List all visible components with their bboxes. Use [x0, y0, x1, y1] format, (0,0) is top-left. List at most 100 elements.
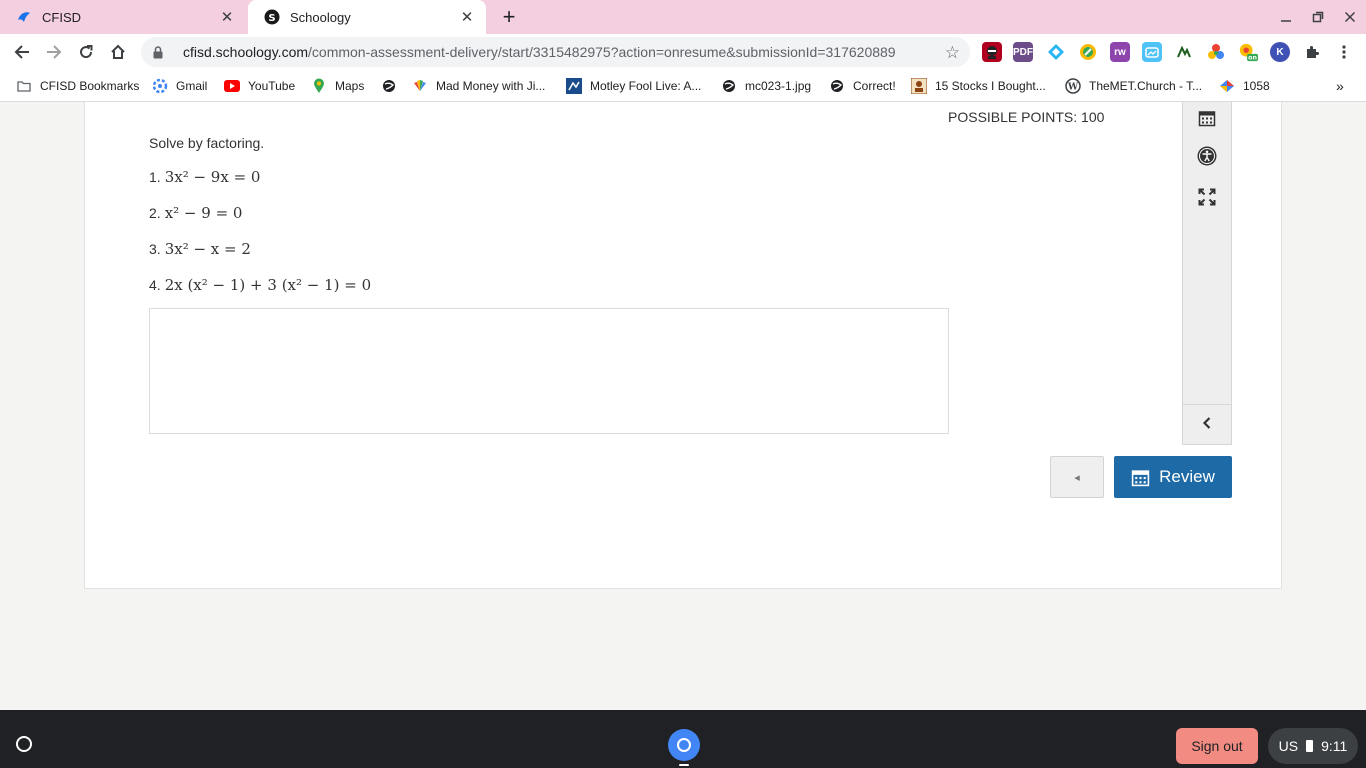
browser-toolbar: cfisd.schoology.com/common-assessment-de… — [0, 34, 1366, 70]
nbc-icon — [412, 78, 428, 94]
close-tab-icon[interactable]: ✕ — [216, 6, 238, 28]
battery-icon — [1306, 740, 1314, 752]
globe-icon — [381, 78, 397, 94]
bookmark-label: Mad Money with Ji... — [436, 79, 546, 93]
bookmark-mc023[interactable]: mc023-1.jpg — [721, 76, 811, 96]
bookmark-cfisd-bookmarks[interactable]: CFISD Bookmarks — [16, 76, 139, 96]
bookmark-motley-fool[interactable]: Motley Fool Live: A... — [566, 76, 701, 96]
home-icon[interactable] — [104, 38, 132, 66]
extension-diamond-icon[interactable] — [1046, 42, 1066, 62]
bookmarks-bar: CFISD Bookmarks Gmail YouTube Maps Mad M… — [0, 70, 1366, 102]
sign-out-button[interactable]: Sign out — [1176, 728, 1258, 764]
diamond-icon — [1219, 78, 1235, 94]
close-tab-icon[interactable]: ✕ — [456, 6, 478, 28]
bookmark-youtube[interactable]: YouTube — [224, 76, 295, 96]
bookmark-themet-church[interactable]: W TheMET.Church - T... — [1065, 76, 1202, 96]
new-tab-button[interactable]: + — [497, 4, 521, 29]
url-host: cfisd.schoology.com — [183, 44, 309, 60]
tab-cfisd[interactable]: CFISD ✕ — [0, 0, 246, 34]
extension-colorwheel-icon[interactable] — [1206, 42, 1226, 62]
fullscreen-icon[interactable] — [1195, 185, 1219, 209]
review-label: Review — [1159, 467, 1215, 486]
forward-arrow-icon[interactable] — [40, 38, 68, 66]
close-window-icon[interactable] — [1334, 0, 1366, 34]
chrome-app-icon[interactable] — [668, 729, 700, 761]
problem-2: 2. x² − 9 = 0 — [149, 204, 242, 222]
bookmark-1058[interactable]: 1058 — [1219, 76, 1270, 96]
svg-text:on: on — [1248, 55, 1257, 62]
status-tray[interactable]: US 9:11 — [1268, 728, 1358, 764]
globe-icon — [721, 78, 737, 94]
os-shelf: Sign out US 9:11 — [0, 710, 1366, 768]
browser-menu-icon[interactable] — [1334, 42, 1354, 62]
wordpress-icon: W — [1065, 78, 1081, 94]
extension-on-badge-icon[interactable]: on — [1238, 42, 1258, 62]
collapse-tools-button[interactable] — [1183, 404, 1231, 444]
lock-icon[interactable] — [153, 45, 167, 59]
previous-question-button[interactable]: ◂ — [1050, 456, 1104, 498]
extension-ninja-icon[interactable] — [982, 42, 1002, 62]
problem-expression: 3x² − x = 2 — [164, 240, 251, 258]
calendar-icon — [1131, 467, 1151, 487]
tab-title: Schoology — [290, 9, 351, 25]
extension-swirl-icon[interactable] — [1078, 42, 1098, 62]
cfisd-favicon-icon — [16, 9, 32, 25]
reload-icon[interactable] — [72, 38, 100, 66]
bookmark-correct[interactable]: Correct! — [829, 76, 896, 96]
address-bar[interactable]: cfisd.schoology.com/common-assessment-de… — [141, 37, 970, 67]
review-button[interactable]: Review — [1114, 456, 1232, 498]
bookmark-maps[interactable]: Maps — [311, 76, 364, 96]
tab-schoology[interactable]: S Schoology ✕ — [248, 0, 486, 34]
extension-cloud-icon[interactable] — [1142, 42, 1162, 62]
globe-icon — [829, 78, 845, 94]
keyboard-locale: US — [1278, 738, 1299, 754]
minimize-icon[interactable] — [1270, 0, 1302, 34]
bookmark-15-stocks[interactable]: 15 Stocks I Bought... — [911, 76, 1046, 96]
extension-peak-icon[interactable] — [1174, 42, 1194, 62]
bookmark-label: 1058 — [1243, 79, 1270, 93]
bookmark-globe[interactable] — [381, 76, 405, 96]
accessibility-icon[interactable] — [1195, 144, 1219, 168]
problem-3: 3. 3x² − x = 2 — [149, 240, 251, 258]
tab-title: CFISD — [42, 9, 81, 25]
answer-textbox[interactable] — [149, 308, 949, 434]
maximize-icon[interactable] — [1302, 0, 1334, 34]
problem-1: 1. 3x² − 9x = 0 — [149, 168, 260, 186]
bookmark-mad-money[interactable]: Mad Money with Ji... — [412, 76, 545, 96]
bookmark-label: mc023-1.jpg — [745, 79, 812, 93]
bookmark-star-icon[interactable]: ☆ — [945, 43, 960, 63]
question-instructions: Solve by factoring. — [149, 135, 265, 151]
more-bookmarks-icon[interactable]: » — [1336, 76, 1344, 96]
svg-text:S: S — [268, 13, 275, 24]
calendar-tool-icon[interactable] — [1195, 106, 1219, 130]
stocks-icon — [911, 78, 927, 94]
bookmark-label: CFISD Bookmarks — [40, 79, 140, 93]
launcher-icon[interactable] — [10, 730, 38, 758]
tools-panel — [1182, 102, 1232, 445]
page-content: POSSIBLE POINTS: 100 Solve by factoring.… — [0, 102, 1366, 710]
problem-number: 3. — [149, 241, 161, 257]
url-path: /common-assessment-delivery/start/331548… — [308, 44, 896, 60]
back-arrow-icon[interactable] — [8, 38, 36, 66]
schoology-favicon-icon: S — [264, 9, 280, 25]
clock-time: 9:11 — [1321, 738, 1348, 754]
bookmark-label: 15 Stocks I Bought... — [935, 79, 1046, 93]
problem-number: 2. — [149, 205, 161, 221]
extension-pdf-icon[interactable]: PDF — [1013, 42, 1033, 62]
bookmark-label: Gmail — [176, 79, 208, 93]
bookmark-label: YouTube — [248, 79, 296, 93]
extension-k-icon[interactable]: K — [1270, 42, 1290, 62]
folder-icon — [16, 78, 32, 94]
problem-expression: 2x (x² − 1) + 3 (x² − 1) = 0 — [164, 276, 372, 294]
bookmark-label: TheMET.Church - T... — [1089, 79, 1203, 93]
extensions-puzzle-icon[interactable] — [1302, 42, 1322, 62]
possible-points: POSSIBLE POINTS: 100 — [948, 109, 1105, 125]
active-app-indicator — [679, 764, 689, 766]
problem-expression: x² − 9 = 0 — [164, 204, 243, 222]
gmail-icon — [152, 78, 168, 94]
problem-4: 4. 2x (x² − 1) + 3 (x² − 1) = 0 — [149, 276, 371, 294]
bookmark-gmail[interactable]: Gmail — [152, 76, 207, 96]
bookmark-label: Maps — [335, 79, 365, 93]
tab-strip: CFISD ✕ S Schoology ✕ + — [0, 0, 1366, 34]
extension-puzzle-rw-icon[interactable]: rw — [1110, 42, 1130, 62]
